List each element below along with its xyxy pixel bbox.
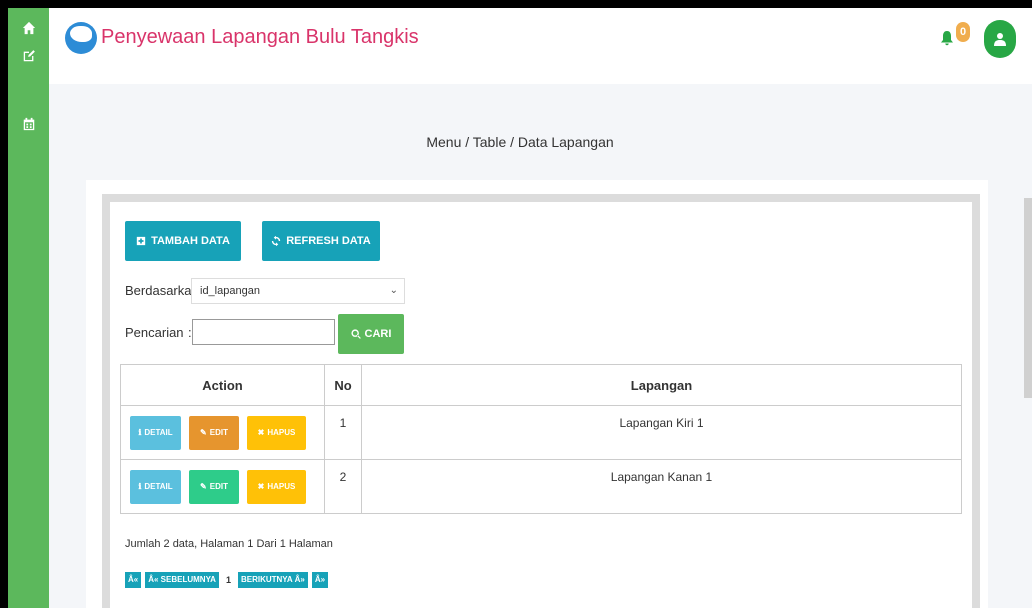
action-cell: ℹ DETAIL ✎ EDIT ✖ HAPUS <box>120 459 325 514</box>
table-header-row: Action No Lapangan <box>120 364 962 406</box>
lapangan-table: Action No Lapangan ℹ DETAIL ✎ EDIT ✖ HAP… <box>120 364 962 514</box>
cari-label: CARI <box>364 328 392 340</box>
edit-icon[interactable] <box>8 43 49 69</box>
hapus-button[interactable]: ✖ HAPUS <box>247 415 306 450</box>
table-row: ℹ DETAIL ✎ EDIT ✖ HAPUS <box>120 459 962 514</box>
edit-label: EDIT <box>209 428 228 437</box>
pagination: Â« Â« SEBELUMNYA 1 BERIKUTNYA Â» Â» <box>125 572 329 588</box>
refresh-data-button[interactable]: REFRESH DATA <box>262 221 380 261</box>
header-lapangan: Lapangan <box>361 364 962 406</box>
cari-button[interactable]: CARI <box>338 314 404 354</box>
home-icon[interactable] <box>8 15 49 41</box>
close-icon: ✖ <box>257 482 265 491</box>
detail-button[interactable]: ℹ DETAIL <box>130 469 181 504</box>
prev-page-link[interactable]: Â« SEBELUMNYA <box>145 572 219 588</box>
edit-button[interactable]: ✎ EDIT <box>189 469 239 504</box>
sidebar <box>8 8 49 608</box>
search-icon <box>350 329 361 339</box>
next-page-link[interactable]: BERIKUTNYA Â» <box>237 572 308 588</box>
hapus-label: HAPUS <box>267 482 296 491</box>
refresh-icon <box>272 236 281 246</box>
first-page-link[interactable]: Â« <box>125 572 142 588</box>
action-cell: ℹ DETAIL ✎ EDIT ✖ HAPUS <box>120 405 325 460</box>
edit-button[interactable]: ✎ EDIT <box>189 415 239 450</box>
detail-button[interactable]: ℹ DETAIL <box>130 415 181 450</box>
row-lapangan: Lapangan Kiri 1 <box>361 405 962 460</box>
breadcrumb: Menu / Table / Data Lapangan <box>8 134 1032 150</box>
pencarian-label: Pencarian <box>125 325 184 340</box>
berdasarkan-select[interactable]: id_lapangan ⌄ <box>191 278 405 304</box>
hapus-button[interactable]: ✖ HAPUS <box>247 469 306 504</box>
row-no: 2 <box>324 459 362 514</box>
data-panel: TAMBAH DATA REFRESH DATA Berdasarkan: id… <box>102 194 980 608</box>
hapus-label: HAPUS <box>267 428 296 437</box>
breadcrumb-text: Menu / Table / Data Lapangan <box>426 134 614 150</box>
top-navbar: Penyewaan Lapangan Bulu Tangkis 0 <box>49 8 1032 84</box>
refresh-data-label: REFRESH DATA <box>286 235 371 247</box>
user-avatar[interactable] <box>984 20 1016 58</box>
row-lapangan: Lapangan Kanan 1 <box>361 459 962 514</box>
tambah-data-label: TAMBAH DATA <box>151 235 230 247</box>
header-no: No <box>324 364 362 406</box>
last-page-link[interactable]: Â» <box>311 572 329 588</box>
plus-square-icon <box>136 236 146 246</box>
scrollbar[interactable] <box>1024 198 1032 398</box>
info-icon: ℹ <box>138 482 142 491</box>
current-page: 1 <box>225 575 231 585</box>
content-card: TAMBAH DATA REFRESH DATA Berdasarkan: id… <box>86 180 988 608</box>
edit-label: EDIT <box>209 482 228 491</box>
row-no: 1 <box>324 405 362 460</box>
edit-icon: ✎ <box>200 482 207 491</box>
close-icon: ✖ <box>257 428 265 437</box>
chevron-down-icon: ⌄ <box>389 285 398 296</box>
app-frame: Penyewaan Lapangan Bulu Tangkis 0 Menu /… <box>8 8 1032 608</box>
search-input[interactable] <box>192 319 335 345</box>
detail-label: DETAIL <box>144 482 173 491</box>
app-logo <box>65 22 97 54</box>
app-title: Penyewaan Lapangan Bulu Tangkis <box>101 26 419 48</box>
pagination-summary: Jumlah 2 data, Halaman 1 Dari 1 Halaman <box>125 538 333 550</box>
berdasarkan-value: id_lapangan <box>200 285 260 297</box>
notification-badge: 0 <box>956 22 970 42</box>
detail-label: DETAIL <box>144 428 173 437</box>
header-action: Action <box>120 364 325 406</box>
edit-icon: ✎ <box>200 428 207 437</box>
tambah-data-button[interactable]: TAMBAH DATA <box>125 221 241 261</box>
user-icon <box>994 33 1006 46</box>
info-icon: ℹ <box>138 428 142 437</box>
table-row: ℹ DETAIL ✎ EDIT ✖ HAPUS <box>120 405 962 460</box>
